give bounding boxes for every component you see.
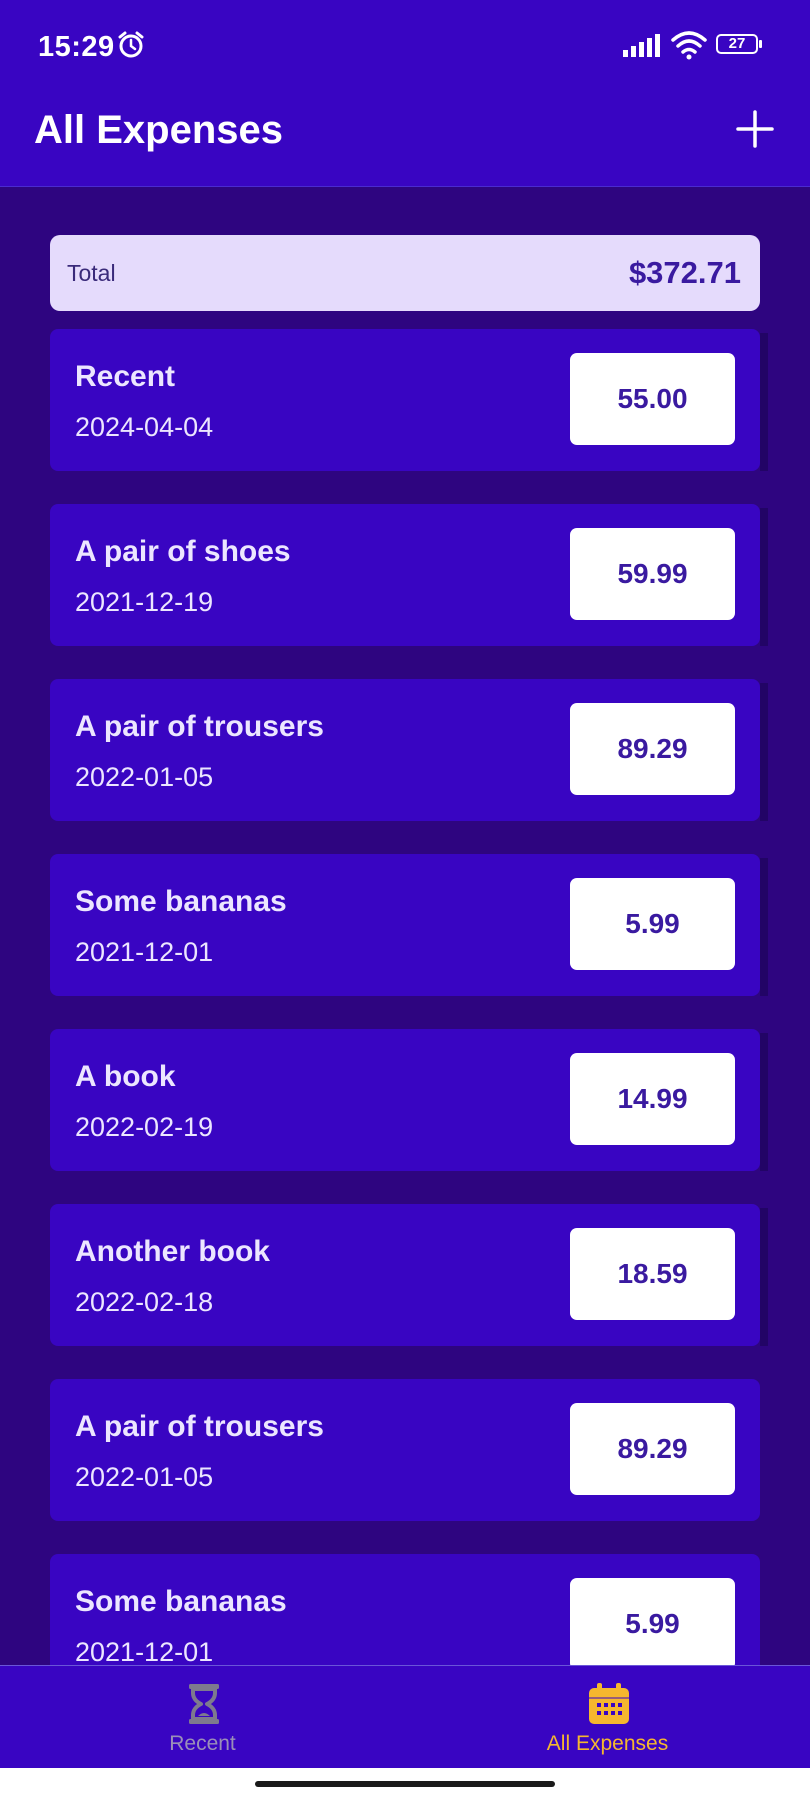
tab-all-expenses[interactable]: All Expenses	[405, 1666, 810, 1769]
item-shadow	[760, 1208, 768, 1346]
page-title: All Expenses	[34, 108, 284, 152]
expense-date: 2022-02-18	[75, 1287, 214, 1317]
app-bar: All Expenses	[0, 92, 810, 187]
expense-title: Another book	[75, 1235, 270, 1268]
total-label: Total	[67, 260, 116, 286]
expense-date: 2022-01-05	[75, 1462, 214, 1492]
expense-title: A pair of shoes	[75, 535, 291, 568]
expense-title: A pair of trousers	[75, 1410, 324, 1443]
expense-date: 2024-04-04	[75, 412, 214, 442]
expense-list: Recent 2024-04-04 55.00 A pair of shoes …	[50, 329, 768, 1665]
total-value: $372.71	[628, 255, 741, 290]
expense-amount: 89.29	[570, 1403, 735, 1495]
item-shadow	[760, 858, 768, 996]
expense-amount: 5.99	[570, 878, 735, 970]
battery-indicator: 27	[716, 34, 764, 56]
expense-title: Some bananas	[75, 885, 287, 918]
expense-title: Some bananas	[75, 1585, 287, 1618]
expenses-content[interactable]: Total $372.71 Recent 2024-04-04 55.00 A …	[0, 187, 810, 1665]
home-indicator[interactable]	[255, 1781, 555, 1787]
tab-recent-label: Recent	[169, 1732, 236, 1755]
total-card: Total $372.71	[50, 235, 760, 311]
hourglass-icon	[189, 1684, 219, 1724]
expense-item[interactable]: Another book 2022-02-18 18.59	[50, 1204, 768, 1346]
expense-item[interactable]: Some bananas 2021-12-01 5.99	[50, 1554, 760, 1665]
expense-title: Recent	[75, 360, 176, 393]
expense-item[interactable]: A book 2022-02-19 14.99	[50, 1029, 768, 1171]
wifi-icon	[671, 31, 707, 60]
status-bar: 15:29 27	[0, 0, 810, 92]
expense-amount: 59.99	[570, 528, 735, 620]
expense-date: 2021-12-19	[75, 587, 214, 617]
tab-all-expenses-label: All Expenses	[546, 1732, 669, 1755]
add-expense-button[interactable]	[732, 106, 778, 152]
signal-icon	[623, 34, 660, 57]
calendar-icon	[589, 1683, 629, 1724]
item-shadow	[760, 508, 768, 646]
expense-item[interactable]: Recent 2024-04-04 55.00	[50, 329, 768, 471]
expense-item[interactable]: A pair of shoes 2021-12-19 59.99	[50, 504, 768, 646]
battery-tip	[759, 40, 762, 48]
expense-title: A book	[75, 1060, 176, 1093]
expense-amount: 18.59	[570, 1228, 735, 1320]
expense-date: 2021-12-01	[75, 1637, 214, 1665]
expense-date: 2022-02-19	[75, 1112, 214, 1142]
expense-item[interactable]: Some bananas 2021-12-01 5.99	[50, 854, 768, 996]
expense-amount: 14.99	[570, 1053, 735, 1145]
tab-recent[interactable]: Recent	[0, 1666, 405, 1769]
alarm-icon	[118, 31, 144, 58]
expense-title: A pair of trousers	[75, 710, 324, 743]
expense-date: 2022-01-05	[75, 762, 214, 792]
status-time: 15:29	[38, 31, 115, 63]
expense-date: 2021-12-01	[75, 937, 214, 967]
expense-item[interactable]: A pair of trousers 2022-01-05 89.29	[50, 1379, 760, 1521]
item-shadow	[760, 333, 768, 471]
expense-amount: 5.99	[570, 1578, 735, 1665]
item-shadow	[760, 683, 768, 821]
system-navigation-bar	[0, 1768, 810, 1800]
expense-item[interactable]: A pair of trousers 2022-01-05 89.29	[50, 679, 768, 821]
battery-level: 27	[716, 34, 758, 54]
item-shadow	[760, 1033, 768, 1171]
bottom-navigation: Recent All Expenses	[0, 1665, 810, 1769]
expenses-screen: 15:29 27 All Expenses Total $372.71 Rece…	[0, 0, 810, 1800]
expense-amount: 89.29	[570, 703, 735, 795]
expense-amount: 55.00	[570, 353, 735, 445]
